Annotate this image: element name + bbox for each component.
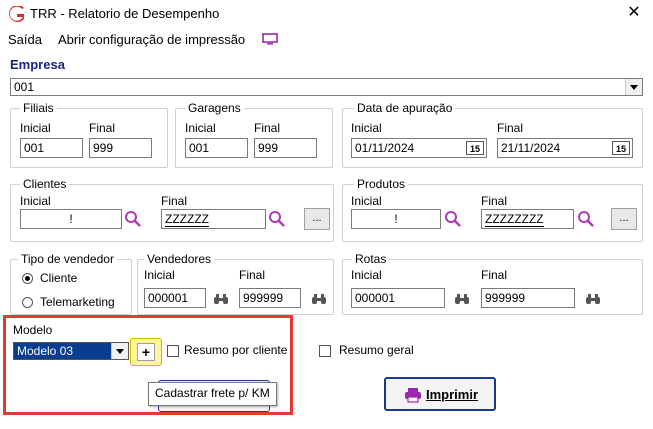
produtos-final-input[interactable]: ZZZZZZZZ [481,209,574,229]
filiais-title: Filiais [20,101,57,115]
chevron-down-icon[interactable] [625,79,642,95]
app-logo-icon [9,6,24,22]
data-final-label: Final [497,121,524,135]
radio-cliente-label[interactable]: Cliente [40,271,77,285]
monitor-icon[interactable] [262,33,278,45]
garagens-final-input[interactable]: 999 [254,138,317,158]
printer-icon [405,388,421,403]
print-button[interactable]: Imprimir [384,377,496,411]
menu-print-config[interactable]: Abrir configuração de impressão [58,32,245,47]
binoculars-icon[interactable] [585,293,601,305]
calendar-icon[interactable]: 15 [612,141,630,155]
clientes-inicial-input[interactable]: ! [20,209,122,229]
tooltip: Cadastrar frete p/ KM [148,382,277,406]
produtos-final-label: Final [481,194,508,208]
rotas-final-label: Final [481,268,508,282]
binoculars-icon[interactable] [454,293,470,305]
binoculars-icon[interactable] [311,293,327,305]
clientes-final-label: Final [161,194,188,208]
produtos-inicial-label: Inicial [351,194,382,208]
resumo-geral-label[interactable]: Resumo geral [339,343,414,357]
radio-telemarketing-label[interactable]: Telemarketing [40,295,115,309]
menu-saida[interactable]: Saída [8,32,42,47]
radio-telemarketing[interactable] [22,297,33,308]
rotas-inicial-input[interactable]: 000001 [351,288,445,308]
empresa-label: Empresa [10,57,65,72]
produtos-more-button[interactable]: ... [611,208,637,230]
window-title: TRR - Relatorio de Desempenho [30,6,220,21]
search-icon[interactable] [444,210,462,228]
garagens-final-label: Final [254,121,281,135]
filiais-final-label: Final [89,121,116,135]
empresa-select[interactable]: 001 [10,78,643,96]
clientes-final-value: ZZZZZZ [165,212,209,227]
produtos-title: Produtos [354,177,409,191]
clientes-final-input[interactable]: ZZZZZZ [161,209,266,229]
data-apuracao-title: Data de apuração [354,101,456,115]
rotas-inicial-label: Inicial [351,268,382,282]
radio-cliente[interactable] [22,273,33,284]
garagens-inicial-label: Inicial [185,121,216,135]
print-button-label: Imprimir [426,387,479,402]
vendedores-inicial-input[interactable]: 000001 [144,288,206,308]
vendedores-final-input[interactable]: 999999 [239,288,301,308]
clientes-more-button[interactable]: ... [304,208,330,230]
binoculars-icon[interactable] [213,293,229,305]
search-icon[interactable] [577,210,595,228]
rotas-final-input[interactable]: 999999 [481,288,575,308]
produtos-final-value: ZZZZZZZZ [485,212,544,227]
vendedores-title: Vendedores [144,252,215,266]
garagens-title: Garagens [185,101,244,115]
empresa-value: 001 [14,80,35,94]
close-button[interactable]: ✕ [624,3,644,23]
produtos-inicial-input[interactable]: ! [351,209,441,229]
filiais-final-input[interactable]: 999 [89,138,152,158]
clientes-inicial-label: Inicial [20,194,51,208]
clientes-title: Clientes [20,177,70,191]
data-inicial-label: Inicial [351,121,382,135]
radio-selected-dot [25,276,30,281]
search-icon[interactable] [268,210,286,228]
filiais-inicial-input[interactable]: 001 [20,138,83,158]
calendar-icon[interactable]: 15 [466,141,484,155]
resumo-geral-checkbox[interactable] [319,345,331,357]
garagens-inicial-input[interactable]: 001 [185,138,248,158]
rotas-title: Rotas [352,252,390,266]
tipo-vendedor-title: Tipo de vendedor [18,252,117,266]
vendedores-final-label: Final [239,268,266,282]
vendedores-inicial-label: Inicial [144,268,175,282]
filiais-inicial-label: Inicial [20,121,51,135]
search-icon[interactable] [124,210,142,228]
